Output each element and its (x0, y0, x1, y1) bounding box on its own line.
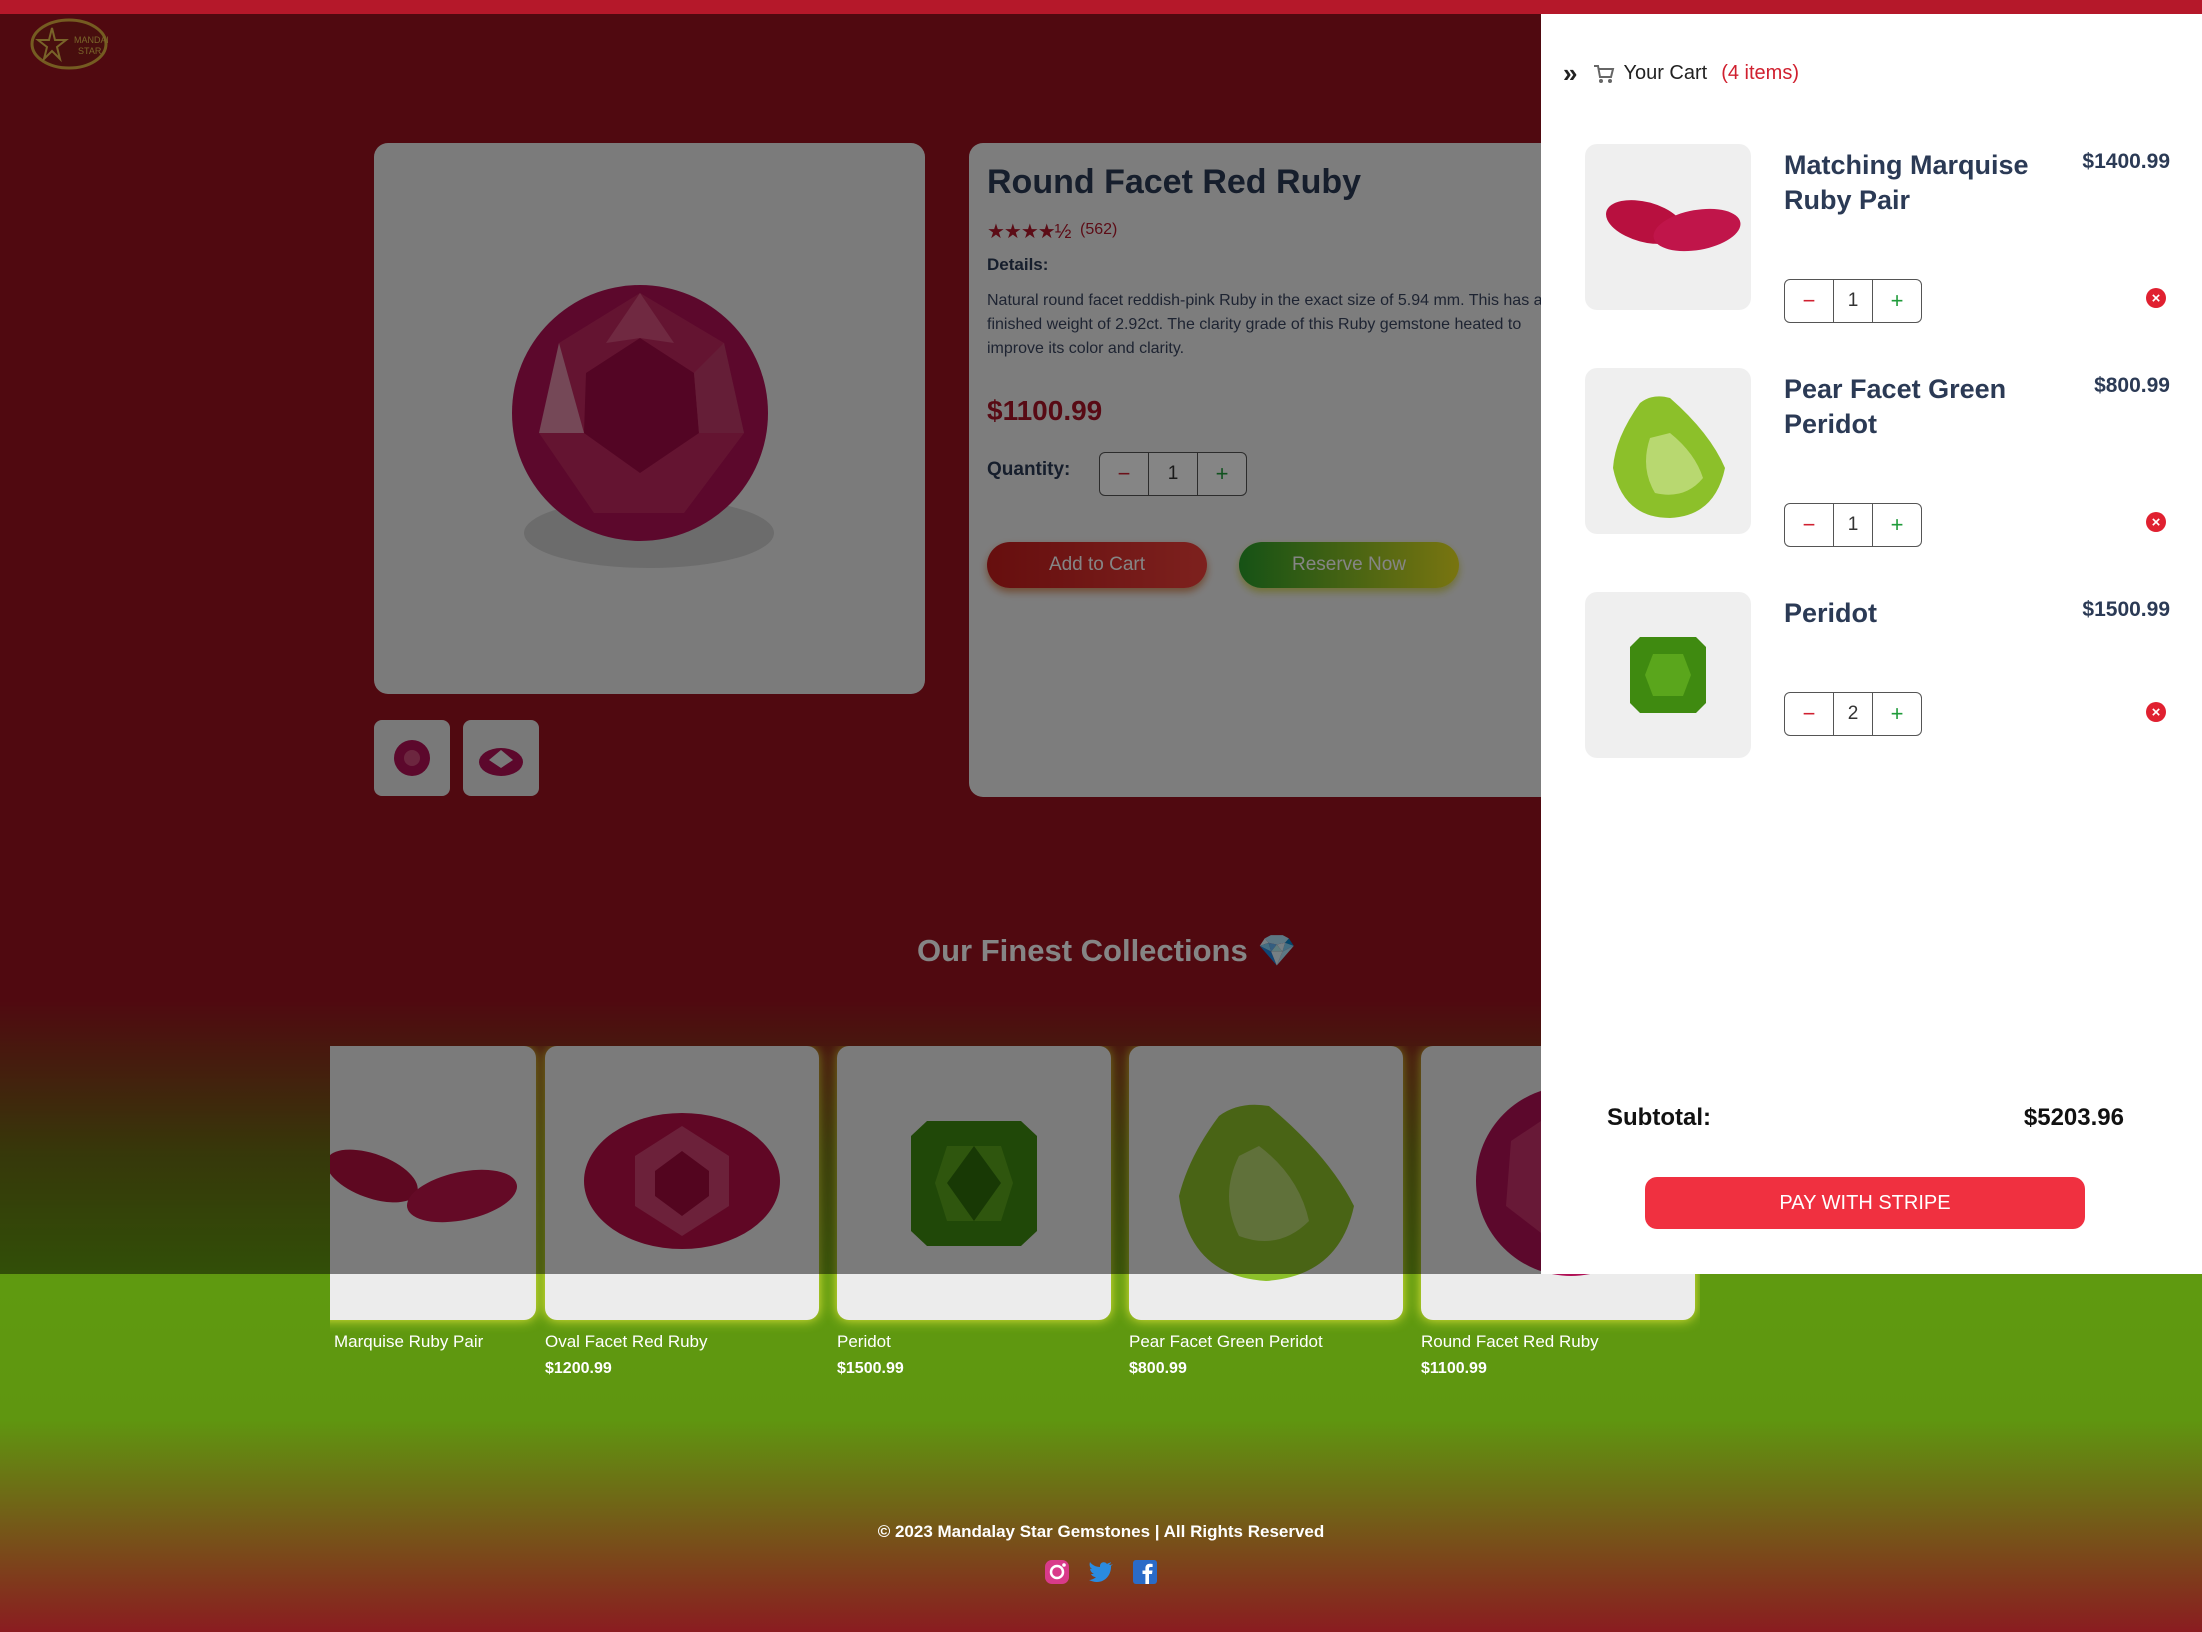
cart-drawer: » Your Cart (4 items) Matching Marquise … (1541, 14, 2202, 1274)
facebook-icon[interactable] (1131, 1558, 1159, 1586)
cart-item: Peridot $1500.99 − 2 + × (1585, 592, 2180, 762)
collection-card-price: $1100.99 (1421, 1360, 1487, 1377)
decrease-quantity-button[interactable]: − (1785, 504, 1833, 546)
decrease-quantity-button[interactable]: − (1785, 693, 1833, 735)
collection-card-price: $800.99 (1129, 1360, 1187, 1377)
increase-quantity-button[interactable]: + (1873, 280, 1921, 322)
decrease-quantity-button[interactable]: − (1785, 280, 1833, 322)
collapse-cart-icon[interactable]: » (1563, 58, 1577, 89)
top-accent-bar (0, 0, 2202, 14)
cart-item-image (1585, 592, 1751, 758)
cart-title: Your Cart (1623, 62, 1708, 84)
collection-card-name: Round Facet Red Ruby (1421, 1332, 1599, 1351)
cart-item-quantity-stepper: − 1 + (1784, 503, 1922, 547)
subtotal-value: $5203.96 (2023, 1104, 2124, 1131)
collection-card-price: $1200.99 (545, 1360, 612, 1377)
footer-copyright: © 2023 Mandalay Star Gemstones | All Rig… (877, 1522, 1325, 1541)
collection-card-name: Peridot (837, 1332, 891, 1351)
remove-item-icon[interactable]: × (2146, 702, 2166, 722)
collection-card-name: Pear Facet Green Peridot (1129, 1332, 1323, 1351)
cart-item-price: $800.99 (2094, 374, 2170, 397)
cart-item-quantity-stepper: − 2 + (1784, 692, 1922, 736)
collection-card-price: $1500.99 (837, 1360, 904, 1377)
cart-item: Matching Marquise Ruby Pair $1400.99 − 1… (1585, 144, 2180, 323)
collection-card-name: Oval Facet Red Ruby (545, 1332, 708, 1351)
cart-header: » Your Cart (4 items) (1563, 58, 1799, 89)
cart-icon (1594, 64, 1615, 83)
cart-item-name: Peridot (1784, 598, 1878, 628)
cart-item-name: Matching Marquise Ruby Pair (1784, 150, 2029, 215)
cart-item-quantity-stepper: − 1 + (1784, 279, 1922, 323)
remove-item-icon[interactable]: × (2146, 512, 2166, 532)
cart-item-image (1585, 368, 1751, 534)
cart-item-price: $1400.99 (2082, 150, 2170, 173)
cart-item: Pear Facet Green Peridot $800.99 − 1 + × (1585, 368, 2180, 547)
quantity-value[interactable]: 1 (1833, 280, 1873, 322)
cart-item-count: (4 items) (1721, 62, 1800, 84)
cart-item-price: $1500.99 (2082, 598, 2170, 621)
collection-card-name: Marquise Ruby Pair (334, 1332, 484, 1351)
increase-quantity-button[interactable]: + (1873, 504, 1921, 546)
twitter-icon[interactable] (1087, 1558, 1115, 1586)
remove-item-icon[interactable]: × (2146, 288, 2166, 308)
subtotal-label: Subtotal: (1607, 1104, 1711, 1131)
increase-quantity-button[interactable]: + (1873, 693, 1921, 735)
pay-with-stripe-button[interactable]: PAY WITH STRIPE (1645, 1177, 2085, 1229)
cart-item-image (1585, 144, 1751, 310)
instagram-icon[interactable] (1043, 1558, 1071, 1586)
quantity-value[interactable]: 2 (1833, 693, 1873, 735)
quantity-value[interactable]: 1 (1833, 504, 1873, 546)
cart-item-name: Pear Facet Green Peridot (1784, 374, 2007, 439)
